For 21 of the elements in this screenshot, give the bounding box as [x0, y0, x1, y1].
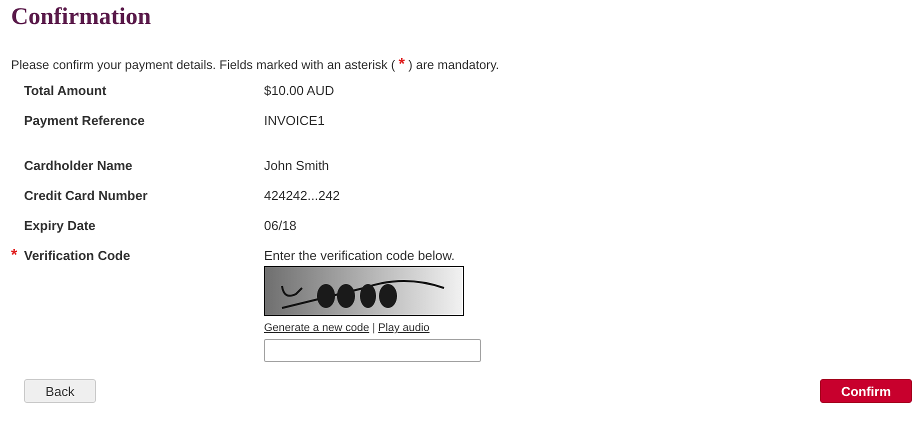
- verification-hint: Enter the verification code below.: [264, 248, 455, 264]
- required-mark: *: [11, 248, 18, 264]
- field-label: Expiry Date: [24, 218, 96, 233]
- field-label: Total Amount: [24, 83, 106, 98]
- field-value: $10.00 AUD: [264, 83, 334, 98]
- field-value: 06/18: [264, 218, 297, 233]
- instruction-text: Please confirm your payment details. Fields marked with an asterisk ( * ) are mandatory.: [11, 57, 500, 73]
- confirm-button[interactable]: Confirm: [820, 379, 912, 403]
- page-title: Confirmation: [11, 3, 152, 32]
- field-value: INVOICE1: [264, 113, 325, 128]
- field-value: John Smith: [264, 158, 330, 173]
- field-value: 424242...242: [264, 188, 340, 203]
- field-label: Payment Reference: [24, 113, 145, 128]
- back-button[interactable]: Back: [24, 379, 96, 403]
- field-label: Credit Card Number: [24, 188, 148, 203]
- audio-link[interactable]: Play audio: [378, 322, 430, 334]
- field-label: Verification Code: [24, 248, 130, 263]
- field-label: Cardholder Name: [24, 158, 132, 173]
- input-field[interactable]: [264, 339, 481, 362]
- link-separator: |: [372, 322, 376, 334]
- new-code-link[interactable]: Generate a new code: [264, 322, 370, 334]
